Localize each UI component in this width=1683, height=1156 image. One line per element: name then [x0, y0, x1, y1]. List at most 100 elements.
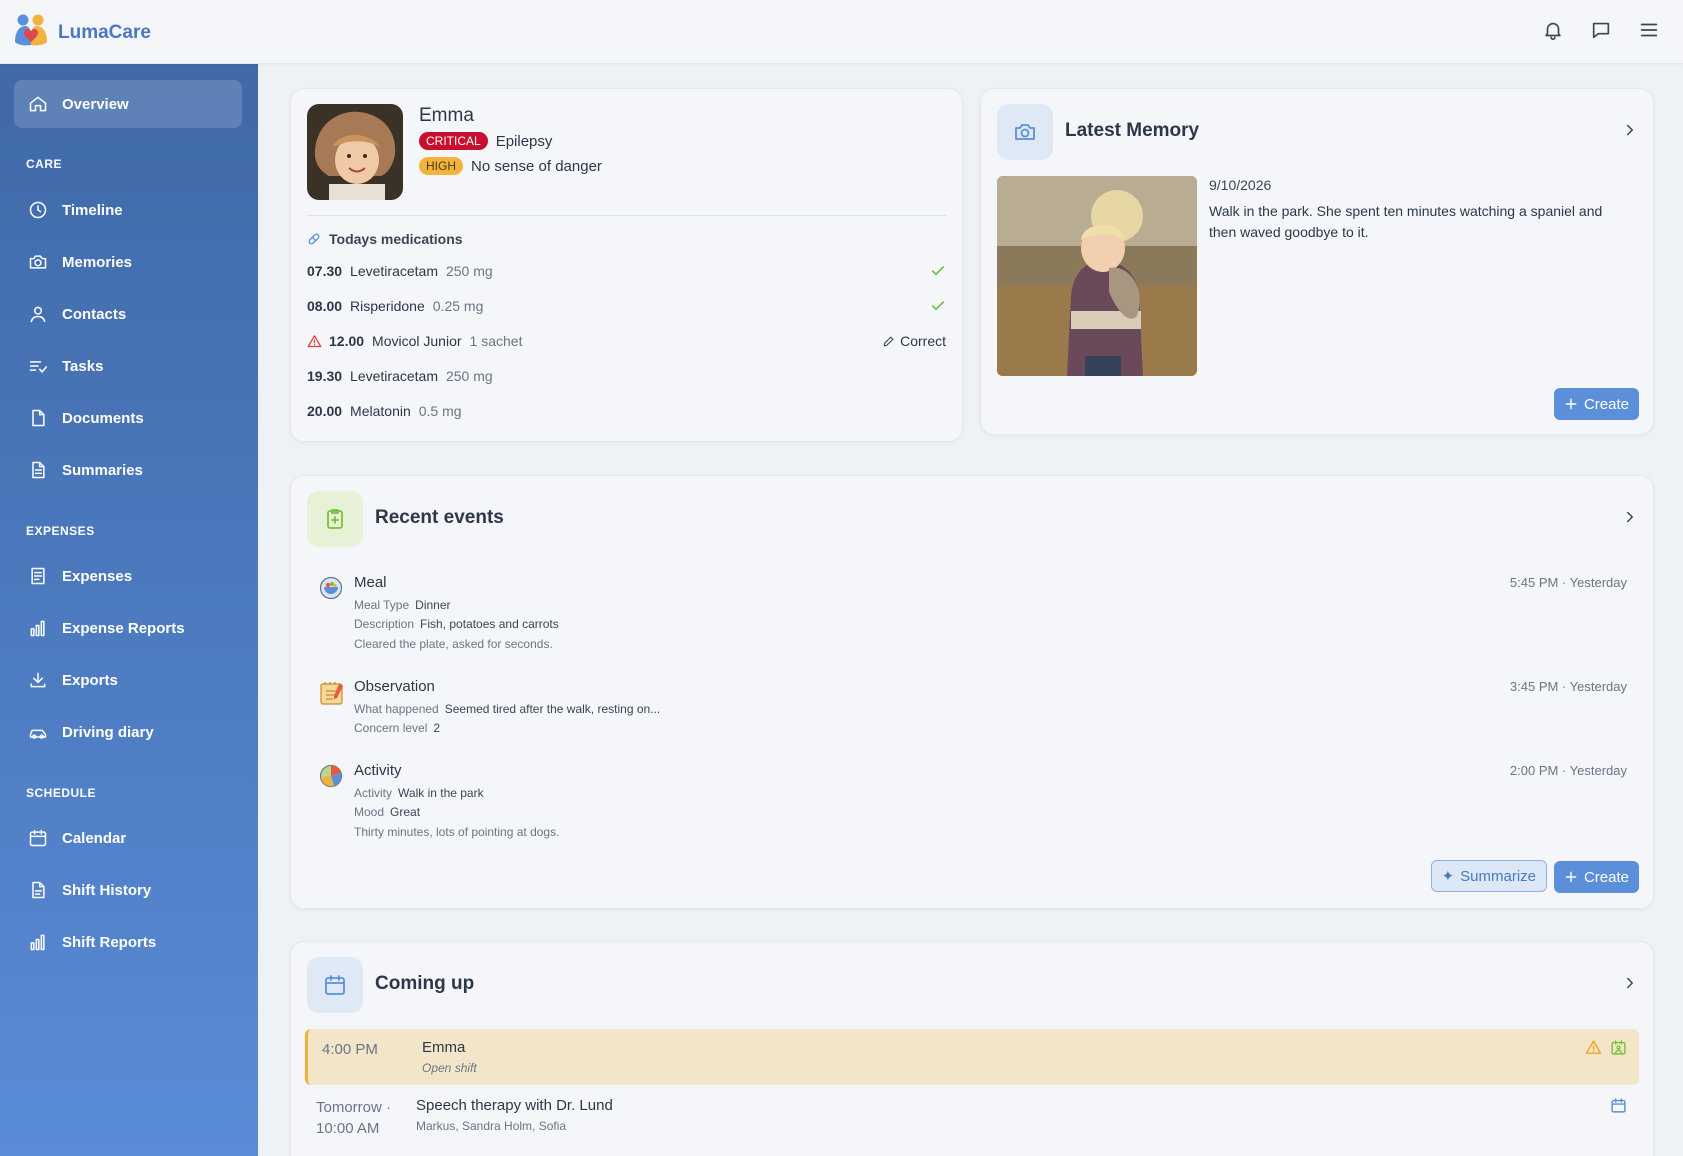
sparkle-icon: ✦ — [1441, 868, 1455, 885]
medication-row[interactable]: 07.30 Levetiracetam 250 mg — [307, 259, 946, 283]
warning-icon — [307, 334, 322, 347]
chevron-right-icon[interactable] — [1621, 508, 1639, 531]
sidebar-item-summaries[interactable]: Summaries — [14, 446, 242, 494]
receipt-icon — [31, 567, 45, 585]
field-value: Seemed tired after the walk, resting on.… — [444, 702, 661, 716]
field-key: Mood — [354, 805, 385, 819]
upcoming-item[interactable]: Tomorrow · 10:00 AM Speech therapy with … — [305, 1087, 1639, 1143]
menu-icon[interactable] — [1635, 16, 1663, 44]
sidebar-item-shift-reports[interactable]: Shift Reports — [14, 918, 242, 966]
sidebar-item-label: Exports — [62, 671, 118, 689]
field-key: Activity — [354, 786, 393, 800]
event-item[interactable]: Observation 3:45 PM · Yesterday What hap… — [319, 678, 1627, 735]
medication-row[interactable]: 20.00 Melatonin 0.5 mg — [307, 399, 946, 423]
download-icon — [30, 672, 46, 688]
event-time: 3:45 PM · Yesterday — [1509, 679, 1627, 694]
sidebar-item-expense-reports[interactable]: Expense Reports — [14, 604, 242, 652]
sidebar-item-tasks[interactable]: Tasks — [14, 342, 242, 390]
event-item[interactable]: Meal 5:45 PM · Yesterday Meal Type Dinner… — [319, 574, 1627, 651]
create-label: Create — [1583, 395, 1629, 413]
camera-icon — [1015, 124, 1035, 140]
medication-time: 20.00 — [307, 403, 343, 419]
warning-icon — [1585, 1040, 1602, 1054]
sidebar-item-label: Timeline — [62, 201, 123, 219]
sidebar-section-schedule: SCHEDULE — [26, 786, 97, 800]
pencil-icon — [883, 336, 894, 346]
sidebar-item-documents[interactable]: Documents — [14, 394, 242, 442]
clipboard-plus-icon — [327, 509, 343, 529]
calendar-icon — [325, 975, 345, 995]
field-key: Concern level — [354, 721, 428, 735]
bell-icon[interactable] — [1539, 16, 1567, 44]
sidebar-item-label: Expense Reports — [62, 619, 185, 637]
task-list-icon — [29, 361, 48, 373]
summarize-label: Summarize — [1460, 867, 1536, 885]
sidebar-item-contacts[interactable]: Contacts — [14, 290, 242, 338]
note-icon — [319, 680, 345, 711]
field-value: Fish, potatoes and carrots — [420, 617, 559, 631]
chat-icon[interactable] — [1587, 16, 1615, 44]
upcoming-item[interactable]: 4:00 PM Emma Open shift — [305, 1029, 1639, 1085]
chevron-right-icon[interactable] — [1621, 121, 1639, 144]
event-field: Meal Type Dinner — [354, 598, 451, 612]
condition-row: CRITICAL Epilepsy — [419, 132, 552, 150]
correct-button[interactable]: Correct — [882, 333, 946, 349]
top-bar: LumaCare — [0, 0, 1683, 64]
coming-up-icon-box — [307, 957, 363, 1013]
sidebar-section-expenses: EXPENSES — [26, 524, 95, 538]
field-value: Great — [390, 805, 421, 819]
medication-name: Movicol Junior — [372, 333, 462, 349]
events-create-button[interactable]: Create — [1553, 861, 1639, 893]
sidebar-section-care: CARE — [26, 157, 63, 171]
memory-icon-box — [997, 104, 1053, 160]
memory-text: Walk in the park. She spent ten minutes … — [1209, 203, 1603, 240]
field-key: Description — [354, 617, 415, 631]
sidebar-item-driving-diary[interactable]: Driving diary — [14, 708, 242, 756]
event-field: What happened Seemed tired after the walk… — [354, 702, 660, 716]
upcoming-title: Speech therapy with Dr. Lund — [416, 1097, 613, 1114]
sidebar-item-label: Overview — [62, 95, 129, 113]
sidebar-item-shift-history[interactable]: Shift History — [14, 866, 242, 914]
sidebar-item-calendar[interactable]: Calendar — [14, 814, 242, 862]
medication-row[interactable]: 19.30 Levetiracetam 250 mg — [307, 364, 946, 388]
sidebar-item-label: Tasks — [62, 357, 104, 375]
sidebar-item-label: Documents — [62, 409, 144, 427]
calendar-icon — [29, 829, 47, 847]
sidebar-item-label: Contacts — [62, 305, 127, 323]
avatar[interactable] — [307, 104, 403, 200]
summarize-button[interactable]: ✦ Summarize — [1430, 860, 1547, 892]
sidebar-item-timeline[interactable]: Timeline — [14, 186, 242, 234]
medication-row[interactable]: 12.00 Movicol Junior 1 sachet Correct — [307, 329, 946, 353]
high-badge: HIGH — [419, 157, 463, 175]
sidebar-item-label: Shift History — [62, 881, 152, 899]
sidebar-item-label: Expenses — [62, 567, 133, 585]
plus-icon — [1565, 398, 1577, 410]
sidebar-item-expenses[interactable]: Expenses — [14, 552, 242, 600]
medication-dose: 250 mg — [445, 263, 493, 279]
event-field: Mood Great — [354, 805, 420, 819]
chevron-right-icon[interactable] — [1621, 974, 1639, 997]
medication-row[interactable]: 08.00 Risperidone 0.25 mg — [307, 294, 946, 318]
event-note: Cleared the plate, asked for seconds. — [354, 637, 553, 651]
sidebar-item-exports[interactable]: Exports — [14, 656, 242, 704]
event-item[interactable]: Activity 2:00 PM · Yesterday Activity Wal… — [319, 762, 1627, 839]
memory-create-button[interactable]: Create — [1553, 388, 1639, 420]
sidebar-item-memories[interactable]: Memories — [14, 238, 242, 286]
memory-photo[interactable] — [997, 176, 1197, 376]
medication-time: 19.30 — [307, 368, 343, 384]
medication-name: Levetiracetam — [350, 368, 438, 384]
patient-name: Emma — [419, 105, 474, 126]
condition-label: Epilepsy — [495, 132, 553, 150]
bar-chart-icon — [30, 620, 45, 637]
clock-icon — [29, 201, 47, 219]
event-field: Activity Walk in the park — [354, 786, 484, 800]
coming-up-card: Coming up 4:00 PM Emma Open shift Tomorr… — [290, 941, 1654, 1156]
event-time: 5:45 PM · Yesterday — [1509, 575, 1627, 590]
sidebar-item-overview[interactable]: Overview — [14, 80, 242, 128]
medications-heading: Todays medications — [307, 231, 463, 247]
sidebar-item-label: Calendar — [62, 829, 127, 847]
brand[interactable]: LumaCare — [12, 12, 151, 53]
event-title: Observation — [354, 678, 435, 695]
event-time: 2:00 PM · Yesterday — [1509, 763, 1627, 778]
divider — [307, 215, 946, 216]
